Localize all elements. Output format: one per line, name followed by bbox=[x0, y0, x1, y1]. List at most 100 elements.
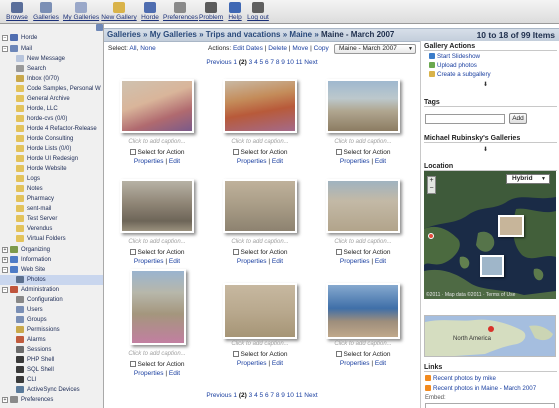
page-link[interactable]: 8 bbox=[276, 59, 280, 66]
add-tag-button[interactable]: Add bbox=[509, 113, 527, 124]
recent-photos-in-gallery-link[interactable]: Recent photos in Maine - March 2007 bbox=[425, 385, 536, 392]
select-for-action[interactable]: Select for Action bbox=[108, 149, 206, 156]
page-link[interactable]: 5 bbox=[260, 59, 264, 66]
edit-link[interactable]: Edit bbox=[169, 258, 180, 265]
sidebar-item-test-server[interactable]: Test Server bbox=[0, 214, 103, 224]
expand-arrow-icon[interactable]: ⬇ bbox=[483, 81, 488, 88]
photo-thumbnail[interactable] bbox=[120, 179, 194, 233]
expand-icon[interactable]: + bbox=[2, 257, 8, 263]
collapse-icon[interactable]: − bbox=[2, 287, 8, 293]
toolbar-preferences-button[interactable]: Preferences bbox=[163, 1, 198, 23]
page-link[interactable]: 6 bbox=[265, 59, 269, 66]
sidebar-item-horde-ui-redesign[interactable]: Horde UI Redesign bbox=[0, 154, 103, 164]
properties-link[interactable]: Properties bbox=[237, 158, 267, 165]
sidebar-item-cli[interactable]: CLI bbox=[0, 375, 103, 385]
page-link[interactable]: 7 bbox=[270, 392, 274, 399]
select-for-action[interactable]: Select for Action bbox=[314, 351, 412, 358]
previous-page-link[interactable]: Previous bbox=[206, 59, 231, 66]
sidebar-item-administration[interactable]: − Administration bbox=[0, 285, 103, 295]
sidebar-collapse-icon[interactable] bbox=[96, 24, 103, 31]
sidebar-item-users[interactable]: Users bbox=[0, 305, 103, 315]
page-link[interactable]: 10 bbox=[287, 392, 294, 399]
edit-link[interactable]: Edit bbox=[375, 158, 386, 165]
toolbar-galleries-button[interactable]: Galleries bbox=[32, 1, 60, 23]
select-for-action[interactable]: Select for Action bbox=[314, 149, 412, 156]
sidebar-item-horde-llc[interactable]: Horde, LLC bbox=[0, 104, 103, 114]
photo-thumbnail[interactable] bbox=[223, 79, 297, 133]
expand-icon[interactable]: + bbox=[2, 247, 8, 253]
select-for-action[interactable]: Select for Action bbox=[211, 249, 309, 256]
sidebar-item-permissions[interactable]: Permissions bbox=[0, 325, 103, 335]
sidebar-item-sessions[interactable]: Sessions bbox=[0, 345, 103, 355]
expand-icon[interactable]: + bbox=[2, 397, 8, 403]
select-checkbox[interactable] bbox=[232, 351, 239, 357]
photo-caption[interactable]: Click to add caption... bbox=[314, 239, 412, 245]
photo-thumbnail[interactable] bbox=[326, 283, 400, 339]
sidebar-item-sql-shell[interactable]: SQL Shell bbox=[0, 365, 103, 375]
photo-caption[interactable]: Click to add caption... bbox=[108, 239, 206, 245]
expand-arrow-icon[interactable]: ⬇ bbox=[483, 146, 488, 153]
start-slideshow-link[interactable]: Start Slideshow bbox=[429, 53, 480, 60]
edit-link[interactable]: Edit bbox=[169, 158, 180, 165]
move-link[interactable]: Move bbox=[292, 45, 308, 52]
tag-input[interactable] bbox=[425, 114, 505, 124]
collapse-icon[interactable]: − bbox=[2, 35, 8, 41]
page-link[interactable]: 8 bbox=[276, 392, 280, 399]
collapse-icon[interactable]: − bbox=[2, 46, 8, 52]
page-link[interactable]: 1 bbox=[233, 59, 237, 66]
sidebar-item-search[interactable]: Search bbox=[0, 64, 103, 74]
sidebar-item-configuration[interactable]: Configuration bbox=[0, 295, 103, 305]
sidebar-item-horde-website[interactable]: Horde Website bbox=[0, 164, 103, 174]
select-checkbox[interactable] bbox=[335, 351, 342, 357]
properties-link[interactable]: Properties bbox=[340, 360, 370, 367]
toolbar-new-gallery-button[interactable]: New Gallery bbox=[101, 1, 137, 23]
sidebar-item-photos[interactable]: Photos bbox=[0, 275, 103, 285]
map-type-select[interactable]: Hybrid ▼ bbox=[506, 174, 550, 184]
breadcrumb-galleries[interactable]: Galleries bbox=[107, 30, 141, 39]
photo-thumbnail[interactable] bbox=[326, 179, 400, 233]
photo-thumbnail[interactable] bbox=[223, 179, 297, 233]
toolbar-problem-button[interactable]: Problem bbox=[199, 1, 223, 23]
overview-map[interactable]: North America bbox=[424, 315, 556, 357]
photo-thumbnail[interactable] bbox=[223, 283, 297, 339]
select-checkbox[interactable] bbox=[232, 249, 239, 255]
properties-link[interactable]: Properties bbox=[134, 370, 164, 377]
copy-link[interactable]: Copy bbox=[314, 45, 329, 52]
page-link[interactable]: 7 bbox=[270, 59, 274, 66]
create-subgallery-link[interactable]: Create a subgallery bbox=[429, 71, 491, 78]
properties-link[interactable]: Properties bbox=[134, 158, 164, 165]
sidebar-item-web-site[interactable]: − Web Site bbox=[0, 265, 103, 275]
properties-link[interactable]: Properties bbox=[134, 258, 164, 265]
edit-dates-link[interactable]: Edit Dates bbox=[233, 45, 263, 52]
properties-link[interactable]: Properties bbox=[237, 360, 267, 367]
sidebar-item-horde-lists-0-0[interactable]: Horde Lists (0/0) bbox=[0, 144, 103, 154]
select-checkbox[interactable] bbox=[335, 249, 342, 255]
edit-link[interactable]: Edit bbox=[375, 258, 386, 265]
toolbar-help-button[interactable]: Help bbox=[227, 1, 243, 23]
embed-field[interactable] bbox=[425, 403, 555, 408]
select-for-action[interactable]: Select for Action bbox=[211, 149, 309, 156]
breadcrumb-maine[interactable]: Maine bbox=[289, 30, 312, 39]
edit-link[interactable]: Edit bbox=[375, 360, 386, 367]
next-page-link[interactable]: Next bbox=[304, 59, 317, 66]
sidebar-item-php-shell[interactable]: PHP Shell bbox=[0, 355, 103, 365]
page-link[interactable]: 3 bbox=[249, 392, 253, 399]
sidebar-item-mail[interactable]: − Mail bbox=[0, 44, 103, 54]
breadcrumb-my-galleries[interactable]: My Galleries bbox=[150, 30, 197, 39]
upload-photos-link[interactable]: Upload photos bbox=[429, 62, 477, 69]
delete-link[interactable]: Delete bbox=[268, 45, 287, 52]
page-link[interactable]: 11 bbox=[296, 59, 303, 66]
photo-caption[interactable]: Click to add caption... bbox=[108, 139, 206, 145]
photo-thumbnail[interactable] bbox=[130, 269, 186, 345]
page-link[interactable]: 9 bbox=[281, 392, 285, 399]
sidebar-item-notes[interactable]: Notes bbox=[0, 184, 103, 194]
sidebar-item-horde-consulting[interactable]: Horde Consulting bbox=[0, 134, 103, 144]
sidebar-item-pharmacy[interactable]: Pharmacy bbox=[0, 194, 103, 204]
toolbar-browse-button[interactable]: Browse bbox=[4, 1, 30, 23]
toolbar-logout-button[interactable]: Log out bbox=[246, 1, 270, 23]
photo-caption[interactable]: Click to add caption... bbox=[108, 351, 206, 357]
photo-caption[interactable]: Click to add caption... bbox=[211, 341, 309, 347]
photo-caption[interactable]: Click to add caption... bbox=[314, 139, 412, 145]
select-checkbox[interactable] bbox=[232, 149, 239, 155]
toolbar-my-galleries-button[interactable]: My Galleries bbox=[63, 1, 99, 23]
